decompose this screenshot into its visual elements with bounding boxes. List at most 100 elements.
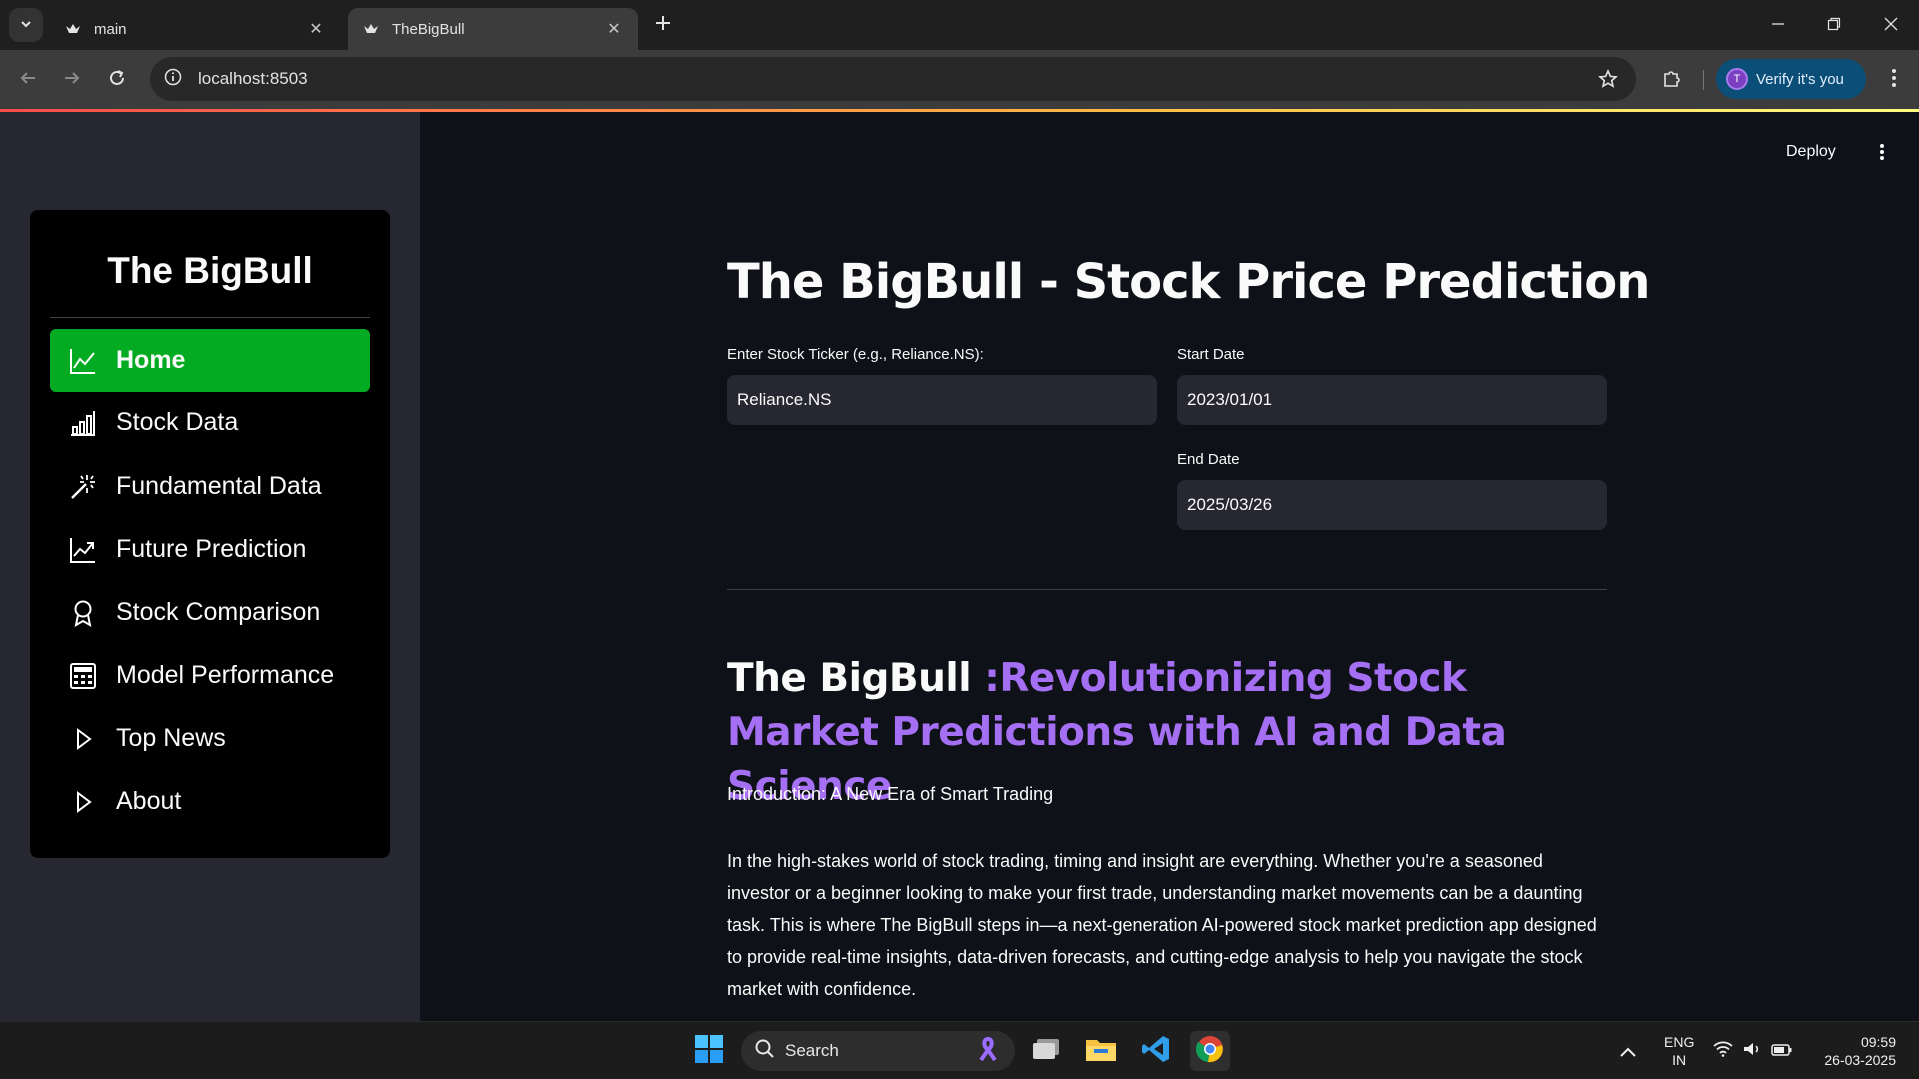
search-icon bbox=[755, 1039, 775, 1064]
menu-title: The BigBull bbox=[107, 250, 313, 291]
language-indicator[interactable]: ENG IN bbox=[1664, 1033, 1694, 1069]
browser-menu-button[interactable] bbox=[1878, 64, 1910, 96]
folder-icon bbox=[1085, 1036, 1117, 1066]
start-date-input[interactable] bbox=[1177, 375, 1607, 425]
tray-overflow-button[interactable] bbox=[1613, 1031, 1643, 1071]
divider bbox=[727, 589, 1607, 590]
tab-search-button[interactable] bbox=[9, 8, 43, 42]
ticker-label: Enter Stock Ticker (e.g., Reliance.NS): bbox=[727, 346, 984, 363]
ribbon-icon bbox=[977, 1036, 999, 1067]
bar-chart-icon bbox=[68, 408, 98, 438]
intro-text: Introduction: A New Era of Smart Trading bbox=[727, 784, 1054, 804]
menu-divider bbox=[50, 317, 370, 318]
toolbar-divider bbox=[1703, 70, 1704, 90]
close-icon bbox=[1884, 16, 1898, 35]
chrome-icon bbox=[1195, 1034, 1225, 1068]
battery-icon bbox=[1771, 1042, 1793, 1061]
sidebar-item-fundamental-data[interactable]: Fundamental Data bbox=[50, 455, 370, 518]
sidebar-item-top-news[interactable]: Top News bbox=[50, 707, 370, 770]
sidebar-item-about[interactable]: About bbox=[50, 770, 370, 833]
sidebar-item-label: Fundamental Data bbox=[116, 472, 322, 500]
puzzle-icon bbox=[1661, 67, 1683, 93]
sidebar-item-model-performance[interactable]: Model Performance bbox=[50, 644, 370, 707]
app-menu-button[interactable] bbox=[1870, 142, 1894, 166]
sidebar-item-label: Home bbox=[116, 346, 186, 374]
taskbar-search[interactable]: Search bbox=[741, 1031, 1015, 1071]
clock-date: 26-03-2025 bbox=[1824, 1052, 1896, 1068]
calculator-icon bbox=[68, 661, 98, 691]
heading-white-part: The BigBull bbox=[727, 656, 985, 701]
profile-verify-button[interactable]: T Verify it's you bbox=[1716, 59, 1866, 99]
start-date-label: Start Date bbox=[1177, 346, 1245, 363]
back-button[interactable] bbox=[12, 64, 44, 96]
url-text: localhost:8503 bbox=[198, 69, 308, 88]
magic-wand-icon bbox=[68, 472, 98, 502]
file-explorer-button[interactable] bbox=[1081, 1031, 1121, 1071]
graph-up-icon bbox=[68, 535, 98, 565]
play-icon bbox=[68, 724, 98, 754]
option-menu: The BigBull Home Stock Data Fundamental … bbox=[30, 210, 390, 858]
deploy-button[interactable]: Deploy bbox=[1786, 143, 1836, 161]
intro-paragraph: In the high-stakes world of stock tradin… bbox=[727, 851, 1597, 999]
sidebar-item-label: Stock Data bbox=[116, 408, 239, 436]
sidebar-item-label: About bbox=[116, 787, 182, 815]
award-icon bbox=[68, 598, 98, 628]
more-vertical-icon bbox=[1891, 68, 1897, 92]
restore-icon bbox=[1827, 16, 1841, 35]
avatar: T bbox=[1726, 68, 1748, 90]
browser-tab-thebigbull[interactable]: TheBigBull ✕ bbox=[348, 8, 638, 50]
quick-settings-button[interactable] bbox=[1708, 1031, 1798, 1071]
arrow-left-icon bbox=[19, 69, 37, 91]
clock[interactable]: 09:59 26-03-2025 bbox=[1814, 1033, 1896, 1069]
verify-label: Verify it's you bbox=[1756, 70, 1844, 88]
minimize-icon bbox=[1771, 16, 1785, 35]
page-title: The BigBull - Stock Price Prediction bbox=[727, 254, 1650, 310]
extensions-button[interactable] bbox=[1656, 64, 1688, 96]
site-info-icon[interactable] bbox=[164, 68, 182, 91]
sidebar: The BigBull Home Stock Data Fundamental … bbox=[0, 112, 420, 1021]
ticker-input[interactable] bbox=[727, 375, 1157, 425]
chevron-down-icon bbox=[19, 16, 33, 35]
chevron-up-icon bbox=[1620, 1042, 1636, 1061]
new-tab-button[interactable] bbox=[650, 12, 676, 38]
browser-toolbar: localhost:8503 T Verify it's you bbox=[0, 50, 1919, 109]
more-vertical-icon bbox=[1879, 142, 1885, 166]
play-icon bbox=[68, 787, 98, 817]
clock-time: 09:59 bbox=[1860, 1034, 1896, 1050]
windows-logo-icon bbox=[694, 1034, 724, 1068]
sidebar-item-future-prediction[interactable]: Future Prediction bbox=[50, 518, 370, 581]
end-date-input[interactable] bbox=[1177, 480, 1607, 530]
close-icon[interactable]: ✕ bbox=[604, 19, 624, 39]
address-bar[interactable]: localhost:8503 bbox=[150, 57, 1636, 101]
browser-tab-main[interactable]: main ✕ bbox=[50, 8, 340, 50]
language-label: ENG bbox=[1664, 1034, 1695, 1050]
close-window-button[interactable] bbox=[1863, 0, 1919, 50]
volume-icon bbox=[1742, 1041, 1762, 1061]
reload-button[interactable] bbox=[101, 64, 133, 96]
minimize-button[interactable] bbox=[1750, 0, 1806, 50]
vscode-button[interactable] bbox=[1136, 1031, 1176, 1071]
bookmark-star-icon[interactable] bbox=[1596, 67, 1620, 91]
crown-favicon-icon bbox=[362, 20, 380, 38]
sidebar-item-stock-data[interactable]: Stock Data bbox=[50, 391, 370, 454]
sidebar-item-label: Stock Comparison bbox=[116, 598, 321, 626]
sidebar-item-label: Future Prediction bbox=[116, 535, 307, 563]
end-date-label: End Date bbox=[1177, 451, 1240, 468]
close-icon[interactable]: ✕ bbox=[306, 19, 326, 39]
sidebar-item-home[interactable]: Home bbox=[50, 329, 370, 392]
task-view-button[interactable] bbox=[1026, 1031, 1066, 1071]
search-label: Search bbox=[785, 1041, 839, 1060]
crown-favicon-icon bbox=[64, 20, 82, 38]
forward-button[interactable] bbox=[56, 64, 88, 96]
chrome-button[interactable] bbox=[1190, 1031, 1230, 1071]
tab-title: main bbox=[94, 20, 127, 38]
sidebar-item-label: Model Performance bbox=[116, 661, 335, 689]
plus-icon bbox=[655, 15, 671, 35]
region-label: IN bbox=[1672, 1052, 1687, 1068]
arrow-right-icon bbox=[63, 69, 81, 91]
start-button[interactable] bbox=[689, 1031, 729, 1071]
browser-tab-bar: main ✕ TheBigBull ✕ bbox=[0, 0, 1919, 50]
sidebar-item-stock-comparison[interactable]: Stock Comparison bbox=[50, 581, 370, 644]
task-view-icon bbox=[1031, 1037, 1061, 1065]
restore-button[interactable] bbox=[1806, 0, 1862, 50]
